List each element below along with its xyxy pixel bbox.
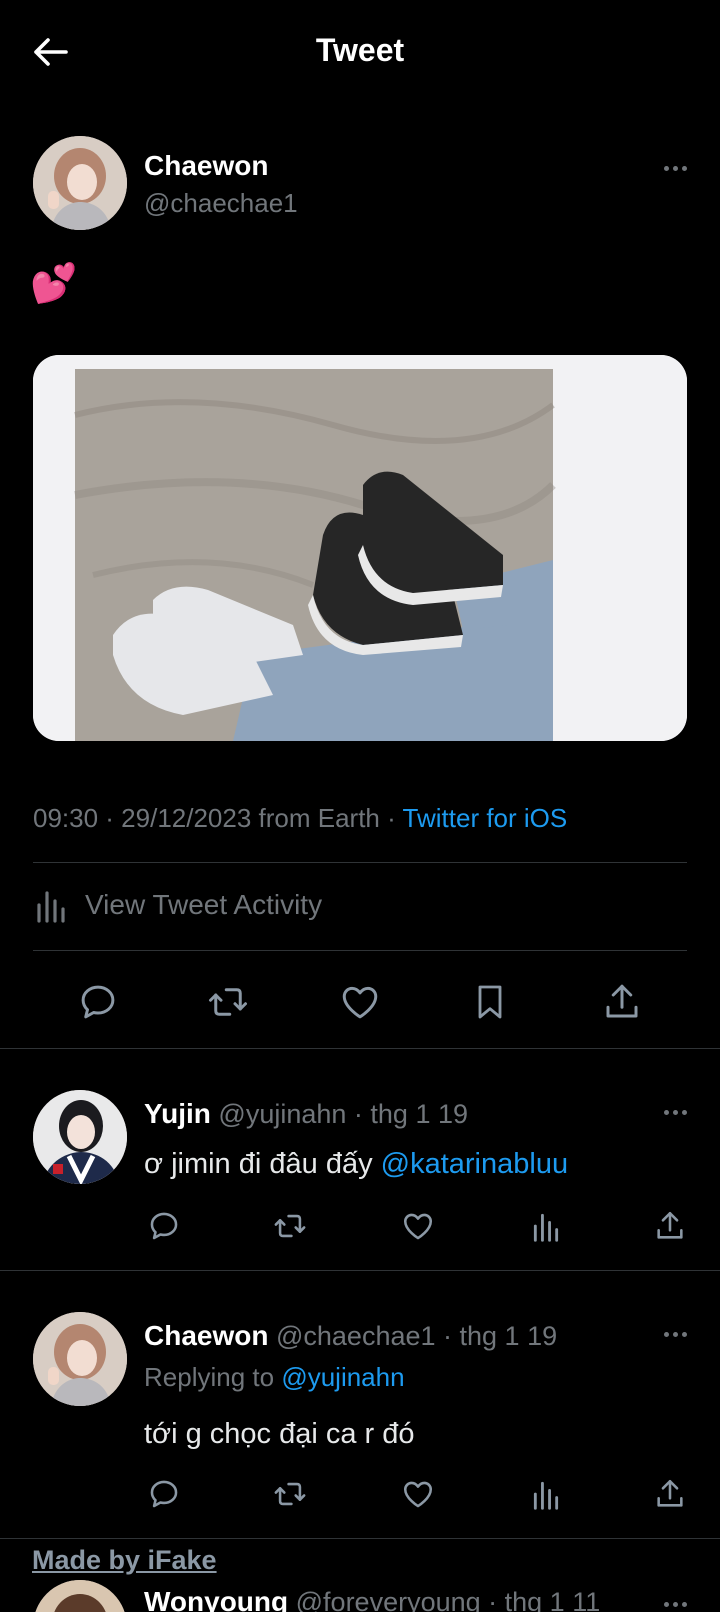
author-handle[interactable]: @chaechae1 bbox=[144, 188, 298, 219]
retweet-icon bbox=[209, 988, 247, 1016]
reply-header: Chaewon @chaechae1 · thg 1 19 bbox=[144, 1320, 557, 1352]
share-button[interactable] bbox=[650, 1474, 690, 1514]
divider bbox=[33, 950, 687, 951]
retweet-button[interactable] bbox=[270, 1206, 310, 1246]
share-button[interactable] bbox=[598, 978, 646, 1026]
reply-header: Wonyoung @foreveryoung · thg 1 11 bbox=[144, 1586, 600, 1612]
reply-text-content: ơ jimin đi đâu đấy bbox=[144, 1148, 381, 1180]
like-icon bbox=[403, 1213, 433, 1240]
like-button[interactable] bbox=[398, 1474, 438, 1514]
more-icon[interactable] bbox=[655, 1322, 695, 1346]
tweet-time: 09:30 · 29/12/2023 from Earth · bbox=[33, 803, 403, 833]
divider bbox=[33, 862, 687, 863]
reply-button[interactable] bbox=[74, 978, 122, 1026]
avatar[interactable] bbox=[33, 1090, 127, 1184]
share-icon bbox=[657, 1211, 683, 1239]
replying-prefix: Replying to bbox=[144, 1362, 282, 1392]
reply-author-handle[interactable]: @chaechae1 bbox=[276, 1321, 436, 1351]
bookmark-button[interactable] bbox=[466, 978, 514, 1026]
page-title: Tweet bbox=[315, 32, 405, 68]
avatar[interactable] bbox=[33, 1580, 127, 1612]
reply-author-name[interactable]: Yujin bbox=[144, 1098, 211, 1129]
retweet-button[interactable] bbox=[270, 1474, 310, 1514]
reply-icon bbox=[81, 985, 115, 1019]
reply-header: Yujin @yujinahn · thg 1 19 bbox=[144, 1098, 468, 1130]
reply-mention[interactable]: @katarinabluu bbox=[381, 1148, 568, 1180]
bookmark-icon bbox=[478, 985, 502, 1019]
tweet-timestamp: 09:30 · 29/12/2023 from Earth · Twitter … bbox=[33, 803, 567, 834]
analytics-button[interactable] bbox=[526, 1206, 566, 1246]
analytics-icon bbox=[533, 1481, 559, 1510]
tweet-actions bbox=[0, 978, 720, 1026]
retweet-icon bbox=[274, 1214, 306, 1238]
activity-label: View Tweet Activity bbox=[85, 889, 323, 920]
share-icon bbox=[606, 984, 638, 1018]
author-name[interactable]: Chaewon bbox=[144, 150, 268, 182]
tweet-source[interactable]: Twitter for iOS bbox=[403, 803, 568, 833]
retweet-icon bbox=[274, 1482, 306, 1506]
reply-author-handle[interactable]: @foreveryoung bbox=[296, 1587, 481, 1612]
reply-time: · thg 1 19 bbox=[346, 1099, 469, 1129]
reply-time: · thg 1 11 bbox=[480, 1587, 601, 1612]
top-bar: Tweet bbox=[0, 0, 720, 106]
retweet-button[interactable] bbox=[204, 978, 252, 1026]
share-icon bbox=[657, 1479, 683, 1507]
more-icon[interactable] bbox=[655, 1592, 695, 1612]
view-tweet-activity[interactable]: View Tweet Activity bbox=[33, 882, 322, 928]
reply-icon bbox=[150, 1480, 178, 1508]
reply-author-name[interactable]: Wonyoung bbox=[144, 1586, 288, 1612]
tweet-photo[interactable] bbox=[33, 355, 687, 741]
reply-button[interactable] bbox=[144, 1474, 184, 1514]
analytics-button[interactable] bbox=[526, 1474, 566, 1514]
more-icon[interactable] bbox=[655, 156, 695, 180]
more-icon[interactable] bbox=[655, 1100, 695, 1124]
avatar[interactable] bbox=[33, 1312, 127, 1406]
share-button[interactable] bbox=[650, 1206, 690, 1246]
reply-text: ơ jimin đi đâu đấy @katarinabluu bbox=[144, 1148, 568, 1181]
reply-text: tới g chọc đại ca r đó bbox=[144, 1418, 415, 1450]
watermark: Made by iFake bbox=[32, 1545, 217, 1575]
reply-icon bbox=[150, 1212, 178, 1240]
analytics-icon bbox=[37, 891, 65, 923]
like-icon bbox=[403, 1481, 433, 1508]
tweet-text: 💕 bbox=[30, 263, 78, 305]
like-icon bbox=[342, 986, 378, 1019]
divider bbox=[0, 1538, 720, 1539]
reply-author-name[interactable]: Chaewon bbox=[144, 1320, 268, 1351]
replying-to: Replying to @yujinahn bbox=[144, 1362, 405, 1393]
replying-to-mention[interactable]: @yujinahn bbox=[281, 1362, 404, 1392]
divider bbox=[0, 1048, 720, 1049]
like-button[interactable] bbox=[336, 978, 384, 1026]
avatar[interactable] bbox=[33, 136, 127, 230]
reply-time: · thg 1 19 bbox=[435, 1321, 558, 1351]
like-button[interactable] bbox=[398, 1206, 438, 1246]
reply-button[interactable] bbox=[144, 1206, 184, 1246]
reply-author-handle[interactable]: @yujinahn bbox=[218, 1099, 346, 1129]
divider bbox=[0, 1270, 720, 1271]
analytics-icon bbox=[533, 1213, 559, 1242]
